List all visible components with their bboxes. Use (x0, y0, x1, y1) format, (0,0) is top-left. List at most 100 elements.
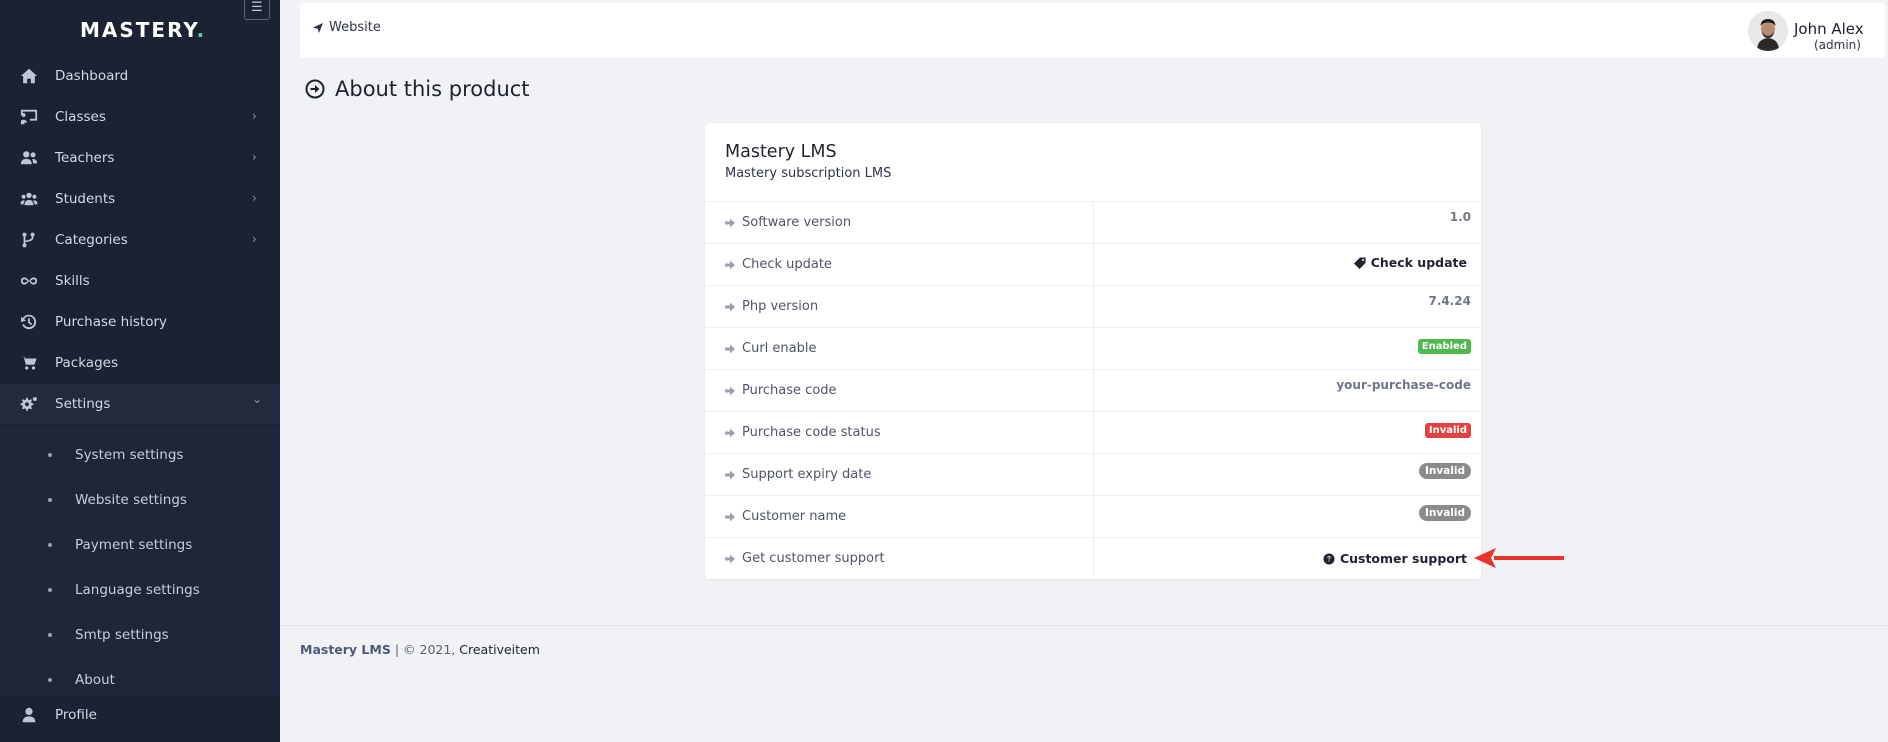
arrow-circle-right-icon (305, 79, 325, 99)
sidebar-item-purchase-history[interactable]: Purchase history (0, 302, 280, 342)
footer-company-link[interactable]: Creativeitem (459, 642, 540, 657)
page-title-text: About this product (335, 77, 530, 101)
sidebar-item-label: Settings (55, 396, 111, 412)
table-row: Customer name Invalid (705, 495, 1481, 538)
code-branch-icon (19, 231, 39, 249)
bullet-icon (48, 453, 52, 457)
annotation-arrow-icon (1474, 548, 1564, 568)
cogs-icon (19, 395, 39, 413)
arrow-right-icon (725, 260, 735, 269)
submenu-item-label: Language settings (75, 582, 200, 598)
row-label: Customer name (742, 509, 847, 524)
chevron-right-icon: › (252, 109, 257, 123)
sidebar-item-categories[interactable]: Categories › (0, 220, 280, 260)
chalkboard-icon (19, 108, 39, 126)
sidebar-item-skills[interactable]: Skills (0, 261, 280, 301)
sidebar-item-label: Students (55, 191, 116, 207)
sidebar-item-students[interactable]: Students › (0, 179, 280, 219)
submenu-item-smtp-settings[interactable]: Smtp settings (0, 619, 280, 659)
sidebar-toggle-button[interactable]: ☰ (244, 0, 270, 20)
table-row: Software version 1.0 (705, 201, 1481, 244)
page-title: About this product (305, 77, 530, 101)
arrow-right-icon (725, 428, 735, 437)
sidebar-item-label: Teachers (55, 150, 115, 166)
sidebar-item-label: Packages (55, 355, 118, 371)
bullet-icon (48, 633, 52, 637)
tag-icon (1353, 257, 1366, 269)
footer-divider (280, 625, 1888, 626)
arrow-right-icon (725, 302, 735, 311)
user-group-icon (19, 190, 39, 208)
row-label: Check update (742, 257, 832, 272)
avatar[interactable] (1748, 11, 1788, 51)
sidebar-item-packages[interactable]: Packages (0, 343, 280, 383)
check-update-label: Check update (1370, 255, 1467, 270)
submenu-item-website-settings[interactable]: Website settings (0, 484, 280, 524)
status-badge: Enabled (1417, 339, 1471, 354)
row-label: Support expiry date (742, 467, 872, 482)
arrow-right-icon (725, 512, 735, 521)
status-badge: Invalid (1424, 423, 1471, 438)
cart-icon (19, 354, 39, 372)
sidebar-item-profile[interactable]: Profile (0, 695, 280, 735)
bullet-icon (48, 498, 52, 502)
table-row: Purchase code status Invalid (705, 411, 1481, 454)
question-circle-icon (1323, 553, 1335, 564)
row-label: Get customer support (742, 551, 885, 566)
users-icon (19, 149, 39, 167)
sidebar-item-label: Classes (55, 109, 106, 125)
table-row: Purchase code your-purchase-code (705, 369, 1481, 412)
arrow-right-icon (725, 470, 735, 479)
submenu-item-label: Website settings (75, 492, 187, 508)
sidebar-item-dashboard[interactable]: Dashboard (0, 56, 280, 96)
status-badge: Invalid (1418, 463, 1471, 479)
submenu-item-language-settings[interactable]: Language settings (0, 574, 280, 614)
sidebar-item-classes[interactable]: Classes › (0, 97, 280, 137)
bullet-icon (48, 543, 52, 547)
submenu-item-system-settings[interactable]: System settings (0, 439, 280, 479)
customer-support-label: Customer support (1339, 551, 1467, 566)
arrow-right-icon (725, 554, 735, 563)
status-badge: Invalid (1418, 505, 1471, 521)
home-icon (19, 67, 39, 85)
chevron-right-icon: › (252, 191, 257, 205)
table-row: Get customer support Customer support (705, 537, 1481, 580)
row-label: Php version (742, 299, 819, 314)
table-row: Check update Check update (705, 243, 1481, 286)
row-label: Curl enable (742, 341, 817, 356)
submenu-item-label: System settings (75, 447, 184, 463)
table-row: Support expiry date Invalid (705, 453, 1481, 496)
submenu-item-label: Payment settings (75, 537, 193, 553)
product-info-card: Mastery LMS Mastery subscription LMS Sof… (705, 123, 1481, 580)
php-version-value: 7.4.24 (1428, 294, 1471, 308)
sidebar-item-settings[interactable]: Settings ⌄ (0, 384, 280, 424)
chevron-down-icon: ⌄ (252, 392, 263, 406)
history-icon (19, 313, 39, 331)
submenu-item-payment-settings[interactable]: Payment settings (0, 529, 280, 569)
table-row: Curl enable Enabled (705, 327, 1481, 370)
user-name[interactable]: John Alex (1794, 20, 1864, 38)
arrow-right-icon (725, 344, 735, 353)
check-update-link[interactable]: Check update (1353, 255, 1467, 270)
footer-brand-link[interactable]: Mastery LMS (300, 642, 391, 657)
breadcrumb-website-link[interactable]: Website (313, 20, 381, 35)
sidebar-item-label: Skills (55, 273, 90, 289)
paper-plane-icon (313, 22, 323, 33)
customer-support-link[interactable]: Customer support (1323, 551, 1467, 566)
submenu-item-label: Smtp settings (75, 627, 169, 643)
chevron-right-icon: › (252, 150, 257, 164)
top-header: Website John Alex (admin) (300, 3, 1885, 58)
card-title: Mastery LMS (725, 142, 837, 162)
sidebar-item-label: Purchase history (55, 314, 168, 330)
software-version-value: 1.0 (1449, 210, 1471, 224)
sidebar-item-label: Profile (55, 707, 97, 723)
footer: Mastery LMS | © 2021, Creativeitem (300, 642, 540, 657)
bullet-icon (48, 678, 52, 682)
brand-logo[interactable]: MASTERY. (80, 18, 206, 42)
sidebar: MASTERY. ☰ Dashboard Classes › Teachers … (0, 0, 280, 742)
sidebar-item-teachers[interactable]: Teachers › (0, 138, 280, 178)
info-table: Software version 1.0 Check update Check … (705, 201, 1481, 580)
row-label: Purchase code status (742, 425, 881, 440)
row-label: Software version (742, 215, 852, 230)
row-label: Purchase code (742, 383, 837, 398)
